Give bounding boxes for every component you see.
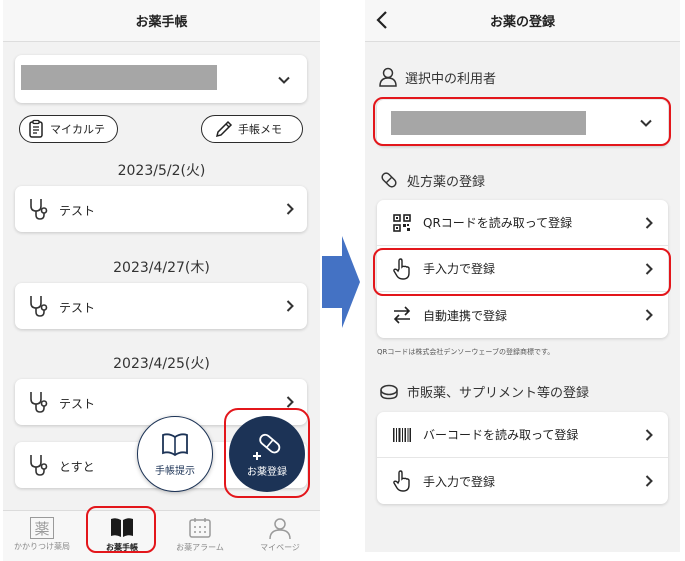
tab-label: かかりつけ薬局 [13,542,71,551]
coin-icon [380,384,398,399]
person-icon [269,518,291,540]
my-karte-button[interactable]: マイカルテ [19,115,118,143]
otc-options: バーコードを読み取って登録 手入力で登録 [377,412,668,504]
section-otc: 市販薬、サプリメント等の登録 [379,382,589,401]
notebook-memo-button[interactable]: 手帳メモ [201,115,303,143]
pharmacy-icon: 薬 [30,517,54,539]
clipboard-icon [29,119,43,138]
option-label: QRコードを読み取って登録 [423,216,573,230]
show-notebook-button[interactable]: 手帳提示 [137,416,213,492]
chevron-right-icon [645,475,653,487]
book-icon [162,433,188,457]
swap-arrows-icon [393,306,411,324]
highlight-notebook-tab [86,506,156,553]
register-medicine-screen: お薬の登録 選択中の利用者 処方薬の登録 QRコードを読み取って登録 手入力で登… [365,0,680,552]
register-by-qr[interactable]: QRコードを読み取って登録 [377,200,668,246]
chevron-right-icon [645,309,653,321]
option-label: 自動連携で登録 [423,308,508,323]
chevron-right-icon [286,203,294,215]
calendar-icon [189,518,211,538]
app-header: お薬手帳 [3,0,320,42]
section-title: 処方薬の登録 [407,174,486,190]
bottom-tab-bar: 薬 かかりつけ薬局 お薬手帳 お薬アラーム マイページ [3,510,320,561]
notebook-memo-label: 手帳メモ [238,123,282,136]
section-selected-user: 選択中の利用者 [379,67,496,87]
tab-label: マイページ [260,543,300,552]
next-step-arrow-icon [322,236,360,328]
app-header: お薬の登録 [365,0,680,42]
page-title: お薬手帳 [135,15,188,30]
option-label: バーコードを読み取って登録 [423,428,579,442]
register-by-barcode[interactable]: バーコードを読み取って登録 [377,412,668,458]
section-title: 市販薬、サプリメント等の登録 [407,386,590,401]
qr-code-icon [393,213,411,232]
stethoscope-icon [30,455,48,476]
back-button[interactable] [371,8,395,32]
record-title: とすと [59,460,95,474]
tab-pharmacy[interactable]: 薬 かかりつけ薬局 [3,511,81,561]
user-selector[interactable] [15,55,307,103]
record-title: テスト [59,301,96,315]
medicine-notebook-screen: お薬手帳 マイカルテ 手帳メモ 2023/5/2(火) テスト 2023/4/2… [3,0,320,561]
chevron-right-icon [286,300,294,312]
tab-alarm[interactable]: お薬アラーム [161,511,239,561]
my-karte-label: マイカルテ [50,123,105,136]
option-label: 手入力で登録 [423,474,496,489]
tab-label: お薬アラーム [176,543,224,552]
highlight-register-button [224,408,310,498]
record-date: 2023/4/27(木) [113,260,210,276]
record-title: テスト [59,397,96,411]
stethoscope-icon [30,199,48,220]
page-title: お薬の登録 [489,15,555,30]
register-otc-manual-input[interactable]: 手入力で登録 [377,458,668,504]
hand-pointer-icon [393,470,410,492]
redacted-user-name [21,65,217,90]
tab-mypage[interactable]: マイページ [241,511,319,561]
record-card[interactable]: テスト [15,283,307,329]
record-card[interactable]: テスト [15,186,307,232]
section-title: 選択中の利用者 [405,71,497,87]
register-by-auto-link[interactable]: 自動連携で登録 [377,292,668,338]
pen-icon [215,120,233,138]
chevron-down-icon [278,76,290,84]
show-notebook-label: 手帳提示 [155,466,195,477]
record-date: 2023/5/2(火) [117,163,206,179]
section-prescription: 処方薬の登録 [379,170,485,190]
stethoscope-icon [30,392,48,413]
record-date: 2023/4/25(火) [113,356,210,372]
chevron-right-icon [286,396,294,408]
pill-icon [381,172,397,188]
highlight-manual-input [373,248,671,296]
stethoscope-icon [30,296,48,317]
chevron-right-icon [645,217,653,229]
qr-trademark-note: QRコードは株式会社デンソーウェーブの登録商標です。 [377,348,555,356]
highlight-user-selector [373,97,671,146]
person-icon [379,67,397,87]
barcode-icon [393,427,411,442]
chevron-right-icon [645,429,653,441]
record-title: テスト [59,204,96,218]
